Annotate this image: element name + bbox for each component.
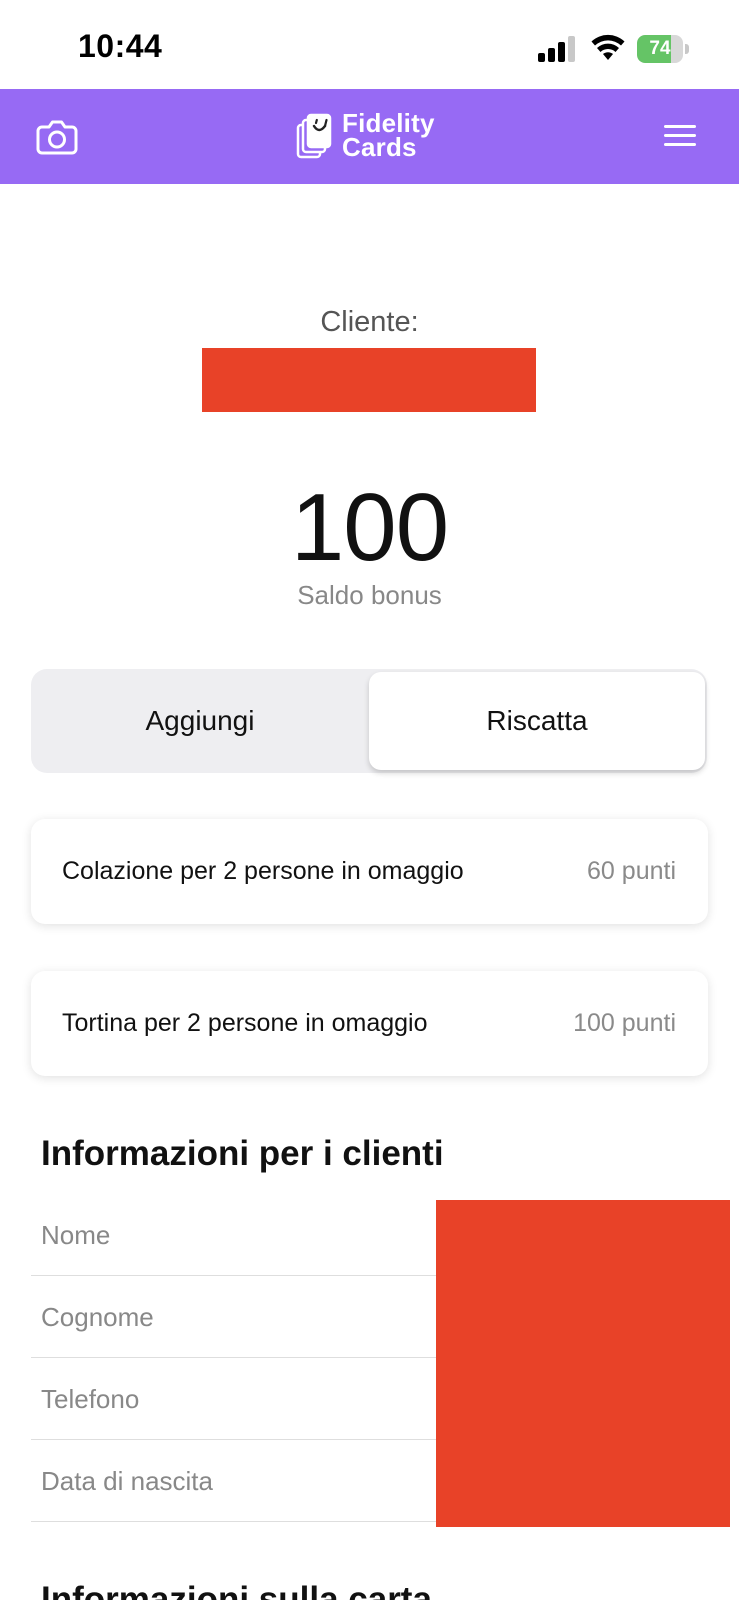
info-row-label: Data di nascita — [41, 1466, 213, 1496]
reward-title: Colazione per 2 persone in omaggio — [62, 857, 464, 885]
menu-line — [664, 134, 696, 137]
reward-item[interactable]: Colazione per 2 persone in omaggio 60 pu… — [31, 819, 708, 924]
customer-name-redaction — [202, 348, 536, 412]
reward-title: Tortina per 2 persone in omaggio — [62, 1009, 428, 1037]
menu-line — [664, 143, 696, 146]
battery-percent: 74 — [649, 38, 671, 59]
reward-points: 60 punti — [587, 857, 676, 885]
info-row-label: Nome — [41, 1220, 111, 1250]
bonus-balance-label: Saldo bonus — [297, 580, 442, 610]
battery-icon: 74 — [637, 35, 689, 63]
logo-line-2: Cards — [342, 132, 417, 162]
customer-info-values-redaction — [436, 1200, 730, 1527]
status-time: 10:44 — [78, 28, 163, 64]
card-info-title: Informazioni sulla carta — [41, 1580, 432, 1600]
battery-cap — [685, 44, 689, 54]
fidelity-cards-logo: Fidelity Cards — [296, 107, 456, 167]
cards-stack-icon — [296, 113, 332, 159]
tab-add[interactable]: Aggiungi — [31, 669, 369, 773]
reward-points: 100 punti — [573, 1009, 676, 1037]
screen: 10:44 74 Fidelity Cards Cliente: 100 Sal… — [0, 0, 739, 1600]
logo-text: Fidelity Cards — [342, 110, 435, 162]
reward-item[interactable]: Tortina per 2 persone in omaggio 100 pun… — [31, 971, 708, 1076]
menu-button[interactable] — [660, 121, 698, 151]
camera-icon — [36, 120, 78, 155]
add-redeem-segmented-control: Aggiungi Riscatta — [31, 669, 707, 773]
info-row-label: Telefono — [41, 1384, 140, 1414]
menu-line — [664, 125, 696, 128]
tab-redeem[interactable]: Riscatta — [369, 672, 705, 770]
app-header: Fidelity Cards — [0, 89, 739, 184]
battery-body: 74 — [637, 35, 683, 63]
cellular-signal-icon — [538, 36, 575, 62]
camera-button[interactable] — [34, 115, 80, 159]
customer-info-title: Informazioni per i clienti — [41, 1134, 444, 1173]
wifi-icon — [591, 34, 625, 60]
customer-label: Cliente: — [320, 306, 419, 338]
status-bar: 10:44 74 — [0, 0, 739, 89]
info-row-label: Cognome — [41, 1302, 154, 1332]
bonus-balance-value: 100 — [290, 474, 449, 581]
